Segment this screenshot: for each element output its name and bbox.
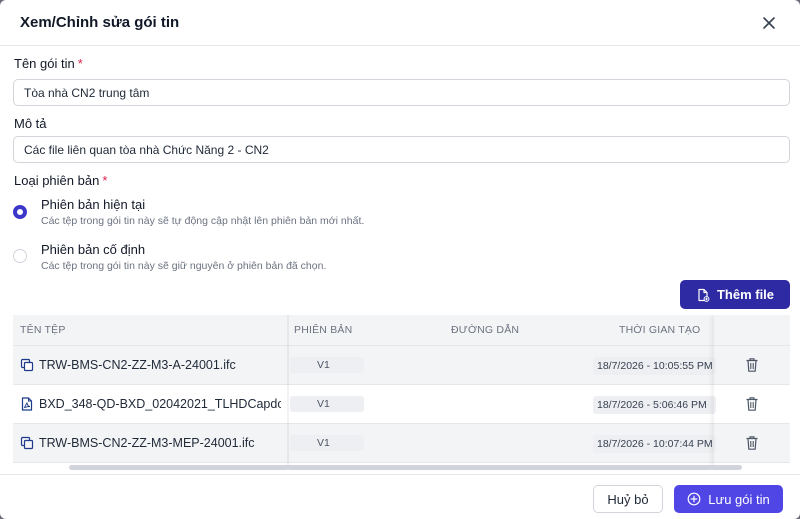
column-header-file-name[interactable]: TÊN TỆP [20,324,66,336]
file-created-time: 18/7/2026 - 10:07:44 PM [593,435,716,453]
save-label: Lưu gói tin [708,491,770,507]
model-file-icon [20,436,34,450]
radio-current-version[interactable] [13,205,27,219]
add-file-button[interactable]: Thêm file [680,280,790,309]
plus-circle-icon [687,492,701,506]
option-current-version-title: Phiên bản hiện tại [41,197,146,212]
table-row[interactable]: TRW-BMS-CN2-ZZ-M3-MEP-24001.ifc V1 18/7/… [13,424,790,463]
required-mark: * [77,56,83,71]
add-file-label: Thêm file [716,287,775,302]
file-version: V1 [290,357,364,373]
file-version: V1 [290,396,364,412]
column-header-created-time[interactable]: THỜI GIAN TẠO [619,324,700,336]
file-version: V1 [290,435,364,451]
trash-icon[interactable] [745,396,759,412]
edit-package-dialog: Xem/Chỉnh sửa gói tin Tên gói tin* Mô tả… [0,0,800,519]
file-name[interactable]: TRW-BMS-CN2-ZZ-M3-MEP-24001.ifc [39,436,281,450]
cancel-label: Huỷ bỏ [607,491,649,507]
dialog-title: Xem/Chỉnh sửa gói tin [20,14,180,31]
close-icon[interactable] [758,12,780,34]
description-label: Mô tả [14,116,47,131]
dialog-header: Xem/Chỉnh sửa gói tin [0,0,800,46]
table-row[interactable]: BXD_348-QD-BXD_02042021_TLHDCapdo V1 18/… [13,385,790,424]
package-name-label: Tên gói tin * [14,56,83,71]
file-created-time: 18/7/2026 - 10:05:55 PM [593,357,716,375]
package-name-label-text: Tên gói tin [14,56,75,71]
option-current-version-desc: Các tệp trong gói tin này sẽ tự động cập… [41,215,365,227]
radio-fixed-version[interactable] [13,249,27,263]
table-row[interactable]: TRW-BMS-CN2-ZZ-M3-A-24001.ifc V1 18/7/20… [13,346,790,385]
model-file-icon [20,358,34,372]
file-created-time: 18/7/2026 - 5:06:46 PM [593,396,716,414]
description-input[interactable] [13,136,790,163]
trash-icon[interactable] [745,435,759,451]
package-name-input[interactable] [13,79,790,106]
files-table: TÊN TỆP PHIÊN BẢN ĐƯỜNG DẪN THỜI GIAN TẠ… [13,315,790,468]
cancel-button[interactable]: Huỷ bỏ [593,485,663,513]
column-header-path[interactable]: ĐƯỜNG DẪN [451,324,519,336]
file-name[interactable]: TRW-BMS-CN2-ZZ-M3-A-24001.ifc [39,358,281,372]
column-header-version[interactable]: PHIÊN BẢN [294,324,352,336]
option-fixed-version-desc: Các tệp trong gói tin này sẽ giữ nguyên … [41,260,327,272]
save-package-button[interactable]: Lưu gói tin [674,485,783,513]
fixed-column-divider [287,315,289,468]
table-header: TÊN TỆP PHIÊN BẢN ĐƯỜNG DẪN THỜI GIAN TẠ… [13,315,790,346]
file-name[interactable]: BXD_348-QD-BXD_02042021_TLHDCapdo [39,397,281,411]
required-mark: * [102,173,108,188]
pdf-file-icon [21,397,33,411]
trash-icon[interactable] [745,357,759,373]
table-horizontal-scrollbar[interactable] [69,465,742,470]
option-fixed-version-title: Phiên bản cố định [41,242,146,257]
add-file-icon [698,288,710,302]
footer-divider [0,474,800,475]
version-type-label: Loại phiên bản * [14,173,107,188]
version-type-label-text: Loại phiên bản [14,173,100,188]
